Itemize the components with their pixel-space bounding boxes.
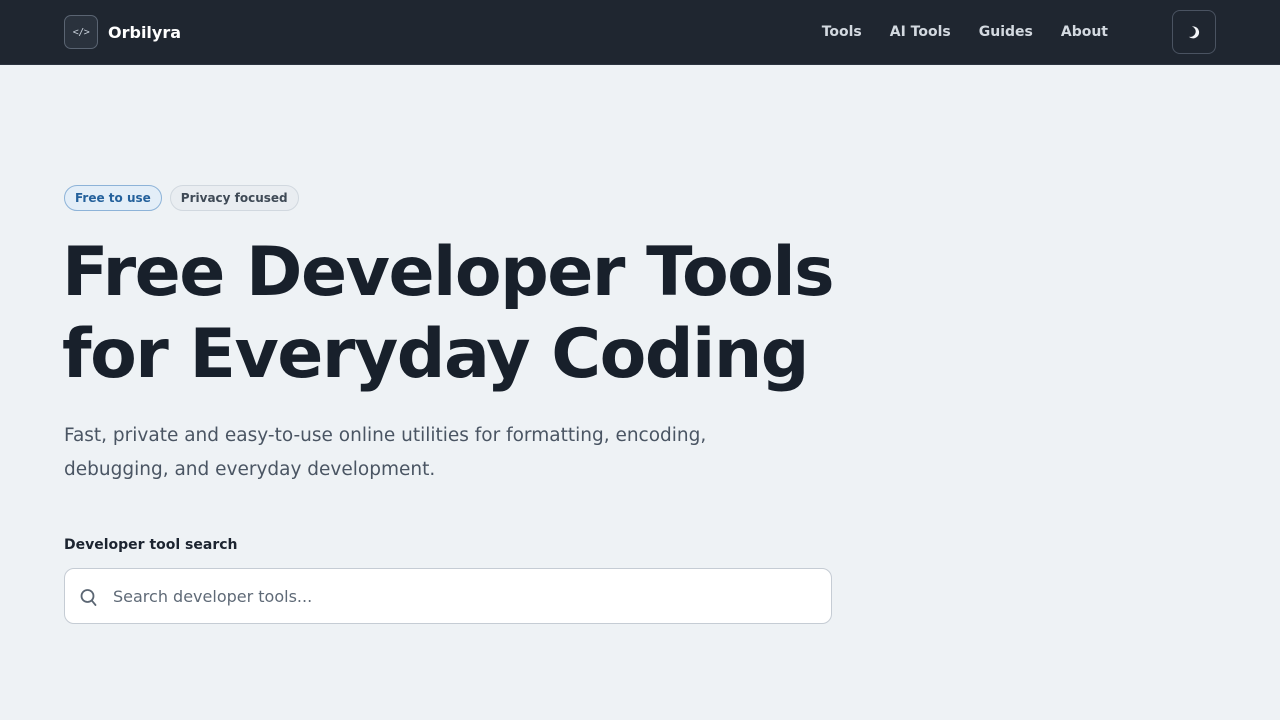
nav-link-tools[interactable]: Tools	[822, 24, 862, 40]
half-moon-icon	[1188, 26, 1200, 39]
page-title-line-2: for Everyday Coding	[62, 315, 809, 394]
top-navigation-bar: </> Orbilyra Tools AI Tools Guides About	[0, 0, 1280, 65]
search-label: Developer tool search	[64, 537, 238, 553]
hero-subtitle: Fast, private and easy-to-use online uti…	[64, 419, 744, 487]
badge-privacy-focused: Privacy focused	[169, 185, 299, 211]
main-nav: Tools AI Tools Guides About	[794, 0, 1108, 64]
page-title: Free Developer Tools for Everyday Coding	[62, 232, 882, 396]
brand-name: Orbilyra	[108, 22, 182, 42]
badge-free-to-use: Free to use	[64, 185, 162, 211]
theme-toggle-button[interactable]	[1172, 10, 1216, 54]
brand-logo-link[interactable]: </> Orbilyra	[64, 15, 181, 49]
hero-subtitle-line-2: debugging, and everyday development.	[64, 459, 436, 480]
nav-link-guides[interactable]: Guides	[979, 24, 1033, 40]
hero-subtitle-line-1: Fast, private and easy-to-use online uti…	[64, 425, 707, 446]
search-input[interactable]	[111, 569, 817, 623]
code-brackets-icon: </>	[64, 15, 98, 49]
page-title-line-1: Free Developer Tools	[62, 233, 835, 312]
search-icon	[80, 589, 97, 606]
search-box[interactable]	[64, 568, 832, 624]
nav-link-about[interactable]: About	[1061, 24, 1108, 40]
nav-link-ai-tools[interactable]: AI Tools	[890, 24, 951, 40]
hero-badges: Free to use Privacy focused	[64, 185, 299, 211]
